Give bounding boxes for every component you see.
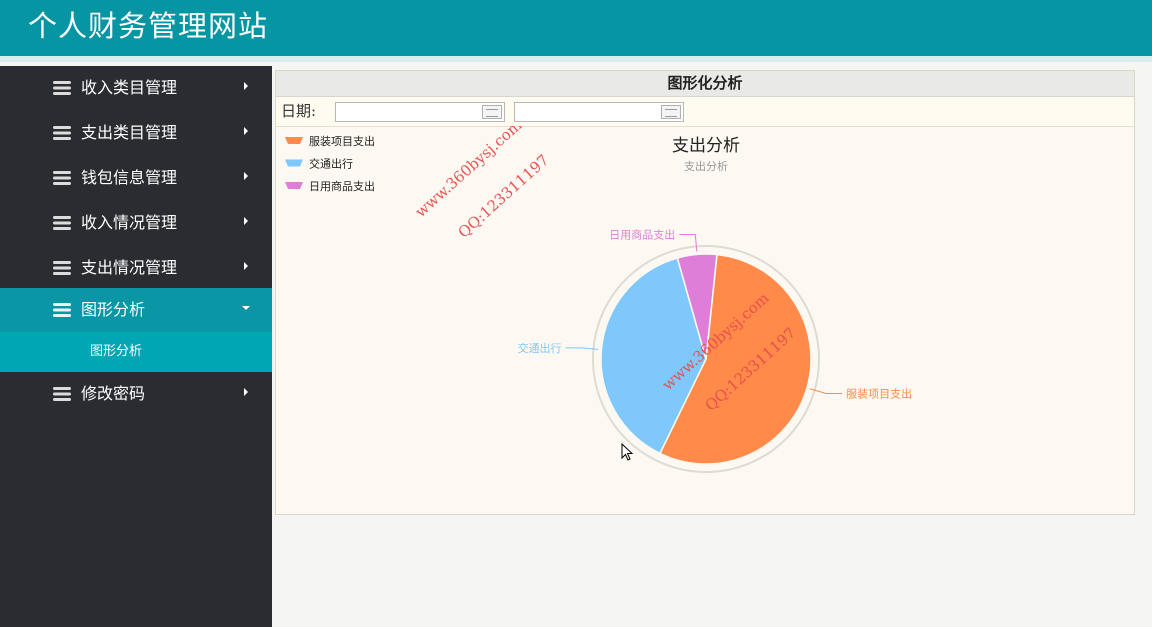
- app-header: 个人财务管理网站: [0, 0, 1152, 62]
- pie-label: 日用商品支出: [609, 227, 675, 241]
- stack-icon: [53, 171, 71, 185]
- sidebar-item-expense[interactable]: 支出情况管理: [0, 246, 272, 290]
- start-date-input[interactable]: [335, 102, 505, 122]
- legend-swatch[interactable]: [285, 182, 303, 189]
- caret-right-icon: [244, 82, 248, 90]
- stack-icon: [53, 387, 71, 401]
- stack-icon: [53, 303, 71, 317]
- sidebar: 收入类目管理 支出类目管理 钱包信息管理 收入情况管理 支出情况管理 图形分析 …: [0, 66, 272, 627]
- sidebar-item-label: 支出情况管理: [81, 258, 178, 277]
- legend-swatch[interactable]: [285, 159, 303, 167]
- date-filter-bar: 日期:: [276, 97, 1134, 127]
- pie-chart: 服装项目支出交通出行日用商品支出 支出分析 支出分析 服装项目支出交通出行日用商…: [285, 126, 912, 473]
- sidebar-item-change-password[interactable]: 修改密码: [0, 372, 272, 416]
- sidebar-subitem-label: 图形分析: [90, 344, 143, 359]
- sidebar-item-income-category[interactable]: 收入类目管理: [0, 66, 272, 110]
- sidebar-item-label: 收入类目管理: [81, 78, 178, 97]
- stack-icon: [53, 126, 71, 140]
- sidebar-item-label: 支出类目管理: [81, 123, 178, 142]
- watermark-1: www.360bysj.com QQ:123311197: [412, 126, 553, 242]
- caret-right-icon: [244, 262, 248, 270]
- caret-right-icon: [244, 388, 248, 396]
- legend-label[interactable]: 日用商品支出: [309, 179, 375, 193]
- sidebar-item-wallet[interactable]: 钱包信息管理: [0, 156, 272, 200]
- sidebar-item-label: 钱包信息管理: [81, 168, 178, 187]
- pie-label: 服装项目支出: [846, 386, 912, 400]
- panel-title: 图形化分析: [276, 71, 1134, 97]
- legend-swatch[interactable]: [285, 137, 303, 144]
- sidebar-subitem-chart-analysis[interactable]: 图形分析: [0, 332, 272, 372]
- legend-label[interactable]: 交通出行: [309, 157, 353, 171]
- chart-subtitle: 支出分析: [684, 159, 728, 173]
- mouse-cursor-icon: [621, 443, 634, 461]
- header-divider: [0, 56, 1152, 62]
- caret-right-icon: [244, 172, 248, 180]
- watermark-site: www.360bysj.com: [412, 126, 526, 221]
- caret-right-icon: [244, 127, 248, 135]
- sidebar-item-income[interactable]: 收入情况管理: [0, 201, 272, 245]
- legend-label[interactable]: 服装项目支出: [309, 134, 375, 148]
- sidebar-item-expense-category[interactable]: 支出类目管理: [0, 111, 272, 155]
- stack-icon: [53, 216, 71, 230]
- chart-legend: 服装项目支出交通出行日用商品支出: [285, 134, 375, 193]
- sidebar-item-label: 修改密码: [81, 384, 146, 403]
- sidebar-item-label: 收入情况管理: [81, 213, 178, 232]
- caret-down-icon: [242, 306, 250, 310]
- end-date-input[interactable]: [514, 102, 684, 122]
- app-title: 个人财务管理网站: [28, 9, 269, 43]
- stack-icon: [53, 81, 71, 95]
- date-label: 日期:: [281, 102, 317, 120]
- chart-title: 支出分析: [672, 136, 740, 156]
- calendar-icon[interactable]: [482, 105, 502, 119]
- pie-label: 交通出行: [517, 341, 561, 355]
- sidebar-item-chart-analysis[interactable]: 图形分析: [0, 288, 272, 332]
- analysis-panel: 图形化分析 日期: 服装项目支出 交通出行 日用商品支出 支出分析 支出分析 服装项…: [275, 70, 1135, 515]
- sidebar-item-label: 图形分析: [81, 300, 146, 319]
- calendar-icon[interactable]: [661, 105, 681, 119]
- stack-icon: [53, 261, 71, 275]
- caret-right-icon: [244, 217, 248, 225]
